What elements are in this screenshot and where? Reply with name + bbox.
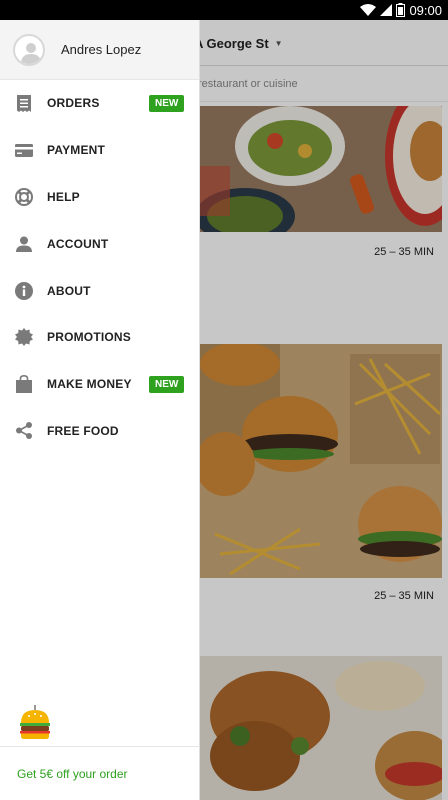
- receipt-icon: [15, 94, 33, 112]
- person-icon: [15, 235, 33, 253]
- drawer-footer: Get 5€ off your order: [0, 705, 200, 800]
- menu-label: FREE FOOD: [47, 423, 119, 438]
- burger-icon: [19, 705, 51, 746]
- status-icons: 09:00: [360, 2, 442, 18]
- user-silhouette-icon: [21, 42, 41, 64]
- menu-item-free-food[interactable]: FREE FOOD: [0, 408, 199, 455]
- menu-item-promotions[interactable]: PROMOTIONS: [0, 314, 199, 361]
- clock-text: 09:00: [409, 2, 442, 18]
- promo-link[interactable]: Get 5€ off your order: [17, 767, 128, 781]
- shopping-bag-icon: [15, 375, 33, 394]
- navigation-drawer: Andres Lopez ORDERS NEW PAYMENT HELP ACC…: [0, 20, 200, 800]
- menu-label: PAYMENT: [47, 143, 106, 158]
- seal-badge-icon: [15, 328, 33, 347]
- share-icon: [15, 422, 33, 440]
- menu-label: ORDERS: [47, 96, 100, 111]
- battery-icon: [396, 3, 406, 17]
- menu-item-payment[interactable]: PAYMENT: [0, 127, 199, 174]
- user-name: Andres Lopez: [61, 42, 142, 57]
- menu-label: ACCOUNT: [47, 236, 109, 251]
- menu-label: MAKE MONEY: [47, 377, 132, 392]
- menu-item-about[interactable]: ABOUT: [0, 267, 199, 314]
- menu-label: HELP: [47, 189, 80, 204]
- new-badge: NEW: [149, 94, 185, 112]
- footer-divider: [0, 746, 200, 747]
- drawer-menu: ORDERS NEW PAYMENT HELP ACCOUNT ABOUT PR…: [0, 80, 199, 454]
- menu-item-make-money[interactable]: MAKE MONEY NEW: [0, 361, 199, 408]
- menu-item-help[interactable]: HELP: [0, 174, 199, 221]
- new-badge: NEW: [149, 375, 185, 393]
- credit-card-icon: [15, 141, 33, 159]
- profile-header[interactable]: Andres Lopez: [0, 20, 199, 80]
- menu-label: PROMOTIONS: [47, 330, 132, 345]
- wifi-icon: [360, 4, 377, 16]
- lifebuoy-icon: [15, 187, 33, 206]
- menu-item-account[interactable]: ACCOUNT: [0, 220, 199, 267]
- status-bar: 09:00: [0, 0, 448, 20]
- info-icon: [15, 281, 33, 300]
- signal-icon: [380, 4, 393, 16]
- menu-item-orders[interactable]: ORDERS NEW: [0, 80, 199, 127]
- avatar[interactable]: [13, 33, 45, 66]
- menu-label: ABOUT: [47, 283, 91, 298]
